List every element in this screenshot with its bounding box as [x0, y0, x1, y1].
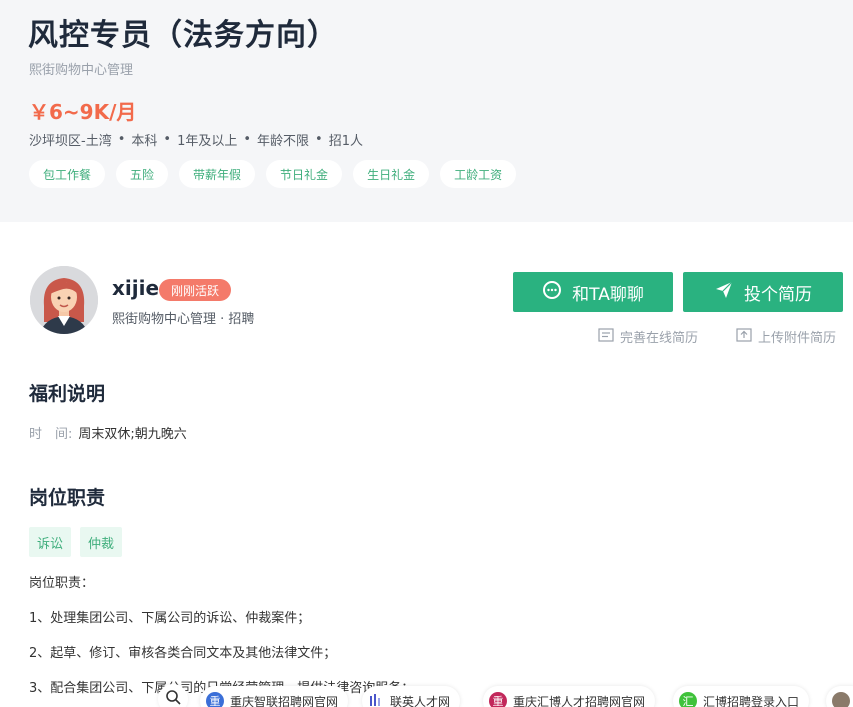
- related-link-label: 联英人才网: [390, 694, 451, 707]
- benefit-tag: 节日礼金: [266, 160, 343, 188]
- site-logo-icon: 重: [489, 692, 507, 707]
- job-education: 本科: [131, 134, 158, 149]
- skill-tag: 仲裁: [80, 527, 123, 557]
- chat-button[interactable]: 和TA聊聊: [513, 272, 673, 312]
- upload-resume-label: 上传附件简历: [758, 331, 837, 346]
- related-link[interactable]: 联英人才网: [362, 686, 461, 707]
- work-time-value: 周末双休;朝九晚六: [78, 427, 187, 442]
- chat-button-label: 和TA聊聊: [572, 284, 644, 305]
- upload-resume-link[interactable]: 上传附件简历: [736, 327, 836, 346]
- related-link[interactable]: 汇 汇博招聘登录入口: [673, 686, 810, 707]
- duties-section-title: 岗位职责: [29, 487, 106, 509]
- skill-tag: 诉讼: [29, 527, 72, 557]
- upload-icon: [736, 327, 752, 346]
- duty-line: 2、起草、修订、审核各类合同文本及其他法律文件；: [29, 646, 337, 661]
- job-age: 年龄不限: [257, 134, 310, 149]
- job-experience: 1年及以上: [177, 134, 238, 149]
- duty-line: 岗位职责：: [29, 576, 95, 591]
- recruiter-name: xijie: [112, 276, 160, 300]
- related-link-label: 重庆智联招聘网官网: [230, 694, 339, 707]
- separator-dot: •: [315, 132, 323, 147]
- search-button[interactable]: [158, 684, 188, 707]
- related-links-bar: 重 重庆智联招聘网官网 联英人才网 重 重庆汇博人才招聘网官网 汇 汇博招聘登录…: [0, 684, 853, 707]
- recruiter-subtitle: 熙街购物中心管理 · 招聘: [112, 312, 255, 327]
- search-icon: [165, 689, 181, 707]
- separator-dot: •: [243, 132, 252, 147]
- site-logo-icon: 汇: [679, 692, 697, 707]
- related-link[interactable]: 重 重庆智联招聘网官网: [200, 686, 349, 707]
- benefit-tag: 工龄工资: [440, 160, 517, 188]
- related-link-partial[interactable]: [826, 686, 853, 707]
- benefit-tags: 包工作餐 五险 带薪年假 节日礼金 生日礼金 工龄工资: [29, 160, 517, 188]
- company-name[interactable]: 熙街购物中心管理: [29, 59, 133, 78]
- chat-bubble-icon: [542, 280, 562, 305]
- paper-plane-icon: [714, 280, 734, 305]
- site-logo-icon: [832, 692, 850, 707]
- site-logo-icon: 重: [206, 692, 224, 707]
- related-link-label: 重庆汇博人才招聘网官网: [513, 694, 646, 707]
- separator-dot: •: [163, 132, 172, 147]
- work-time-label: 时 间:: [29, 427, 73, 442]
- bars-logo-icon: [368, 692, 384, 707]
- apply-button[interactable]: 投个简历: [683, 272, 843, 312]
- job-header: 风控专员（法务方向） 熙街购物中心管理 ￥6~9K/月 沙坪坝区-土湾 • 本科…: [0, 0, 853, 222]
- skill-tags: 诉讼 仲裁: [29, 527, 123, 557]
- online-resume-label: 完善在线简历: [620, 331, 699, 346]
- benefit-tag: 生日礼金: [353, 160, 430, 188]
- complete-online-resume-link[interactable]: 完善在线简历: [598, 327, 698, 346]
- document-icon: [598, 327, 614, 346]
- active-status-badge: 刚刚活跃: [159, 279, 232, 301]
- job-title: 风控专员（法务方向）: [28, 18, 338, 53]
- related-link[interactable]: 重 重庆汇博人才招聘网官网: [483, 686, 656, 707]
- job-meta: 沙坪坝区-土湾 • 本科 • 1年及以上 • 年龄不限 • 招1人: [29, 130, 363, 149]
- duty-line: 1、处理集团公司、下属公司的诉讼、仲裁案件；: [29, 611, 311, 626]
- benefit-tag: 五险: [116, 160, 169, 188]
- avatar[interactable]: [30, 266, 98, 334]
- separator-dot: •: [117, 132, 126, 147]
- salary: ￥6~9K/月: [29, 100, 137, 124]
- work-time-row: 时 间: 周末双休;朝九晚六: [29, 423, 187, 442]
- job-headcount: 招1人: [328, 134, 363, 149]
- job-location: 沙坪坝区-土湾: [29, 134, 112, 149]
- benefit-tag: 包工作餐: [29, 160, 106, 188]
- related-link-label: 汇博招聘登录入口: [703, 694, 800, 707]
- benefit-tag: 带薪年假: [179, 160, 256, 188]
- welfare-section-title: 福利说明: [29, 383, 106, 405]
- apply-button-label: 投个简历: [744, 284, 812, 305]
